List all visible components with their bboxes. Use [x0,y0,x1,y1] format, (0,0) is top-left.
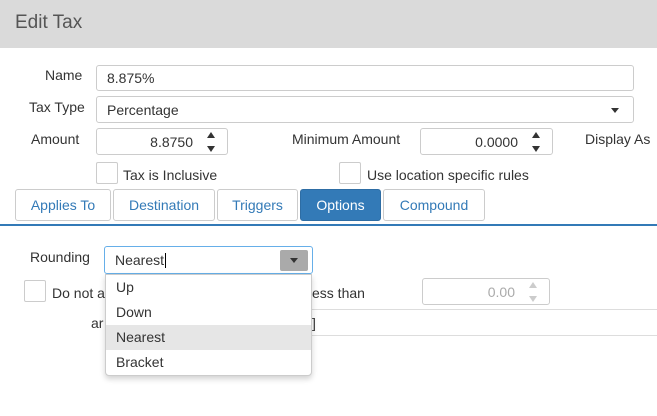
tax-inclusive-checkbox[interactable] [96,162,118,184]
row-divider [312,309,657,310]
amount-stepper[interactable] [205,132,217,152]
text-cursor [165,252,167,268]
tax-type-value: Percentage [107,101,179,118]
display-as-label: Display As [585,131,651,147]
threshold-value: 0.00 [487,283,515,300]
location-rules-checkbox[interactable] [339,162,361,184]
option-bracket[interactable]: Bracket [106,350,311,375]
tab-label: Options [316,197,365,213]
tax-inclusive-label: Tax is Inclusive [123,167,218,183]
tab-underline [0,224,657,226]
name-label: Name [45,67,83,83]
chevron-down-icon [611,108,619,113]
tab-compound[interactable]: Compound [383,189,485,221]
min-amount-stepper[interactable] [530,132,542,152]
option-up[interactable]: Up [106,275,311,300]
rounding-select[interactable]: Nearest [104,246,313,274]
tax-type-select[interactable]: Percentage [96,96,634,123]
min-amount-value: 0.0000 [475,133,518,150]
rounding-value: Nearest [115,252,165,268]
decrement-icon[interactable] [529,296,537,302]
tab-options[interactable]: Options [300,189,381,221]
dialog-title: Edit Tax [15,12,83,33]
tab-label: Compound [399,197,469,213]
do-not-label: Do not a [52,285,105,301]
name-input[interactable]: 8.875% [96,65,634,91]
tab-label: Destination [128,197,200,213]
threshold-input[interactable]: 0.00 [422,278,550,305]
name-value: 8.875% [107,70,155,86]
location-rules-label: Use location specific rules [367,167,529,183]
decrement-icon[interactable] [532,146,540,152]
amount-label: Amount [31,131,80,147]
threshold-stepper[interactable] [527,282,539,302]
tab-applies-to[interactable]: Applies To [15,189,111,221]
option-down[interactable]: Down [106,300,311,325]
increment-icon[interactable] [207,132,215,138]
rounding-dropdown-button[interactable] [280,250,308,271]
rounding-label: Rounding [30,249,90,265]
and-label: ar [91,315,104,331]
rounding-dropdown-menu: Up Down Nearest Bracket [105,274,312,376]
tab-destination[interactable]: Destination [113,189,215,221]
bracket-label: ] [312,315,316,331]
increment-icon[interactable] [532,132,540,138]
amount-value: 8.8750 [150,133,193,150]
min-amount-label: Minimum Amount [292,131,401,147]
tab-label: Triggers [232,197,283,213]
row-divider [312,335,657,336]
tab-triggers[interactable]: Triggers [217,189,298,221]
tab-label: Applies To [30,197,96,213]
do-not-checkbox[interactable] [24,280,46,302]
option-nearest[interactable]: Nearest [106,325,311,350]
tax-type-label: Tax Type [29,99,85,115]
min-amount-input[interactable]: 0.0000 [420,128,553,155]
dialog-header [0,0,657,48]
increment-icon[interactable] [529,282,537,288]
decrement-icon[interactable] [207,146,215,152]
less-than-label: ess than [312,285,365,301]
amount-input[interactable]: 8.8750 [96,128,228,155]
chevron-down-icon [290,258,298,263]
